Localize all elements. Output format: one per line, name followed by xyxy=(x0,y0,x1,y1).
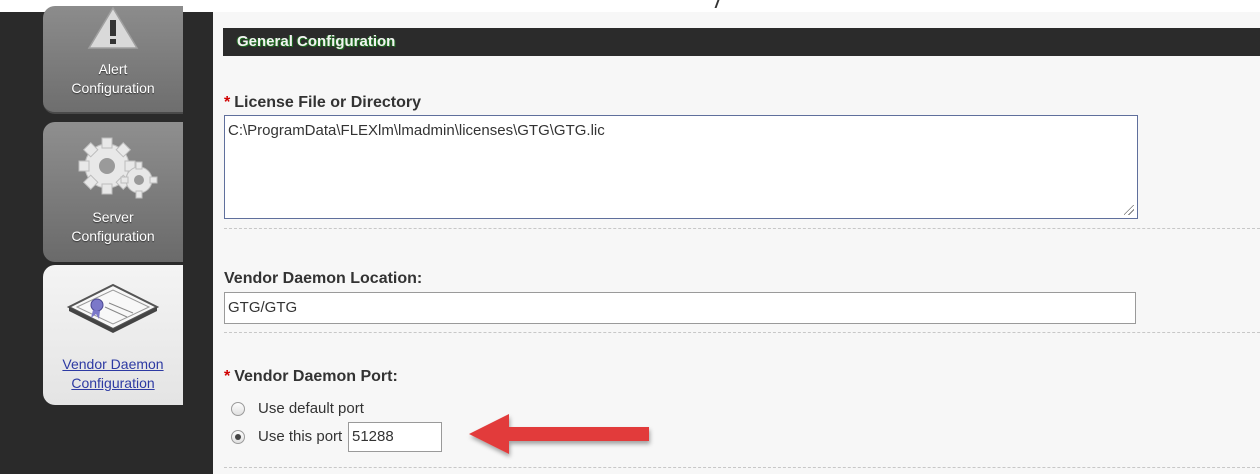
sidebar-tab-label: Alert xyxy=(98,61,128,77)
sidebar-tab-server-configuration[interactable]: Server Configuration xyxy=(43,122,183,262)
sidebar-tab-vendor-daemon-configuration[interactable]: Vendor Daemon Configuration xyxy=(43,265,183,405)
top-strip xyxy=(0,0,1260,12)
resize-handle-icon[interactable] xyxy=(1124,205,1134,215)
sidebar-tab-alert-configuration[interactable]: Alert Configuration xyxy=(43,6,183,114)
port-number-input[interactable]: 51288 xyxy=(348,422,442,452)
section-header: General Configuration xyxy=(223,28,1260,56)
divider xyxy=(224,332,1260,333)
sidebar-tab-label: Configuration xyxy=(71,80,155,96)
vendor-location-label: Vendor Daemon Location: xyxy=(224,270,423,287)
vendor-location-input[interactable]: GTG/GTG xyxy=(224,292,1136,324)
sidebar-tab-label: Configuration xyxy=(71,228,155,244)
radio-label[interactable]: Use this port xyxy=(258,428,342,445)
sidebar-tab-link[interactable]: Vendor Daemon xyxy=(43,355,183,374)
divider xyxy=(224,228,1260,229)
license-label-text: License File or Directory xyxy=(234,94,421,111)
required-marker: * xyxy=(224,94,231,111)
license-field-label: * License File or Directory xyxy=(224,94,421,112)
vendor-port-label: * Vendor Daemon Port: xyxy=(224,368,398,386)
radio-label[interactable]: Use default port xyxy=(258,400,364,417)
radio-button-this-port[interactable] xyxy=(231,430,245,444)
callout-arrow-icon xyxy=(469,414,649,454)
sidebar: Alert Configuration Server Configuration… xyxy=(0,6,213,474)
sidebar-tab-label: Server xyxy=(92,209,134,225)
radio-button-default-port[interactable] xyxy=(231,402,245,416)
certificate-icon xyxy=(66,283,160,333)
license-path-textarea[interactable]: C:\ProgramData\FLEXlm\lmadmin\licenses\G… xyxy=(224,115,1138,219)
license-path-value: C:\ProgramData\FLEXlm\lmadmin\licenses\G… xyxy=(228,122,605,139)
warning-icon xyxy=(87,6,139,49)
gears-icon xyxy=(78,137,158,199)
vendor-port-label-text: Vendor Daemon Port: xyxy=(234,368,398,385)
sidebar-tab-link[interactable]: Configuration xyxy=(43,374,183,393)
required-marker: * xyxy=(224,368,231,385)
divider xyxy=(224,467,1260,468)
main-panel: General Configuration * License File or D… xyxy=(213,12,1260,474)
section-title: General Configuration xyxy=(237,33,396,50)
